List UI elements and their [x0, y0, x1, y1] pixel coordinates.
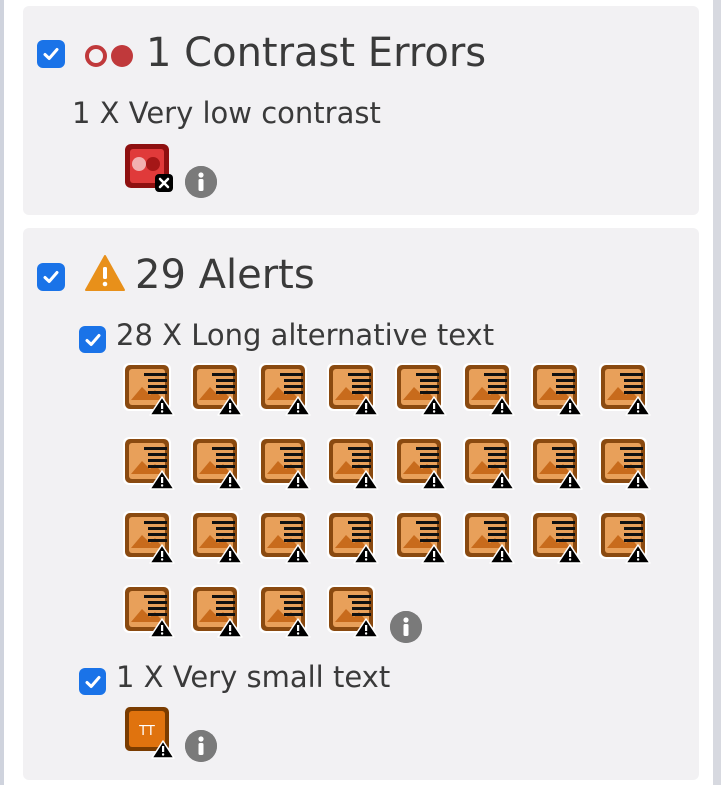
check-icon: [43, 271, 59, 283]
long-alt-text-icon[interactable]: [122, 362, 176, 416]
long-alt-text-icon[interactable]: [462, 510, 516, 564]
long-alt-text-icon[interactable]: [326, 362, 380, 416]
contrast-info-icon[interactable]: [185, 166, 217, 198]
contrast-error-icon: [85, 45, 133, 67]
very-small-text-checkbox[interactable]: [79, 668, 106, 695]
check-icon: [43, 48, 59, 60]
very-low-contrast-label: 1 X Very low contrast: [72, 96, 381, 130]
long-alt-text-icon[interactable]: [326, 510, 380, 564]
long-alt-text-info-icon[interactable]: [390, 611, 422, 643]
svg-text:TT: TT: [138, 724, 155, 739]
alerts-title: 29 Alerts: [135, 252, 315, 298]
long-alt-text-icon[interactable]: [326, 436, 380, 490]
long-alt-text-icon[interactable]: [530, 362, 584, 416]
long-alt-text-icon[interactable]: [122, 510, 176, 564]
long-alt-text-icon[interactable]: [394, 510, 448, 564]
very-low-contrast-icon[interactable]: [123, 142, 175, 194]
contrast-errors-checkbox[interactable]: [37, 40, 65, 68]
long-alt-text-icon[interactable]: [190, 510, 244, 564]
alerts-checkbox[interactable]: [37, 263, 65, 291]
long-alt-text-icon-grid: [122, 362, 662, 638]
long-alt-text-icon[interactable]: [530, 510, 584, 564]
panel-left-edge: [0, 0, 4, 785]
scrollbar-track[interactable]: [713, 0, 721, 785]
long-alt-text-icon[interactable]: [258, 362, 312, 416]
check-icon: [85, 333, 100, 346]
long-alt-text-icon[interactable]: [598, 436, 652, 490]
long-alt-text-icon[interactable]: [258, 436, 312, 490]
long-alt-text-icon[interactable]: [326, 584, 380, 638]
long-alt-text-icon[interactable]: [190, 362, 244, 416]
long-alt-text-icon[interactable]: [190, 436, 244, 490]
long-alt-text-checkbox[interactable]: [79, 326, 106, 353]
contrast-errors-title: 1 Contrast Errors: [146, 30, 487, 76]
very-small-text-info-icon[interactable]: [185, 730, 217, 762]
warning-triangle-icon: [85, 255, 125, 291]
check-icon: [85, 675, 100, 688]
long-alt-text-icon[interactable]: [258, 584, 312, 638]
long-alt-text-icon[interactable]: [190, 584, 244, 638]
very-small-text-label: 1 X Very small text: [116, 660, 391, 694]
long-alt-text-icon[interactable]: [530, 436, 584, 490]
long-alt-text-icon[interactable]: [258, 510, 312, 564]
long-alt-text-label: 28 X Long alternative text: [116, 318, 495, 352]
long-alt-text-icon[interactable]: [122, 584, 176, 638]
long-alt-text-icon[interactable]: [598, 362, 652, 416]
long-alt-text-icon[interactable]: [462, 436, 516, 490]
long-alt-text-icon[interactable]: [598, 510, 652, 564]
long-alt-text-icon[interactable]: [394, 362, 448, 416]
long-alt-text-icon[interactable]: [394, 436, 448, 490]
long-alt-text-icon[interactable]: [462, 362, 516, 416]
very-small-text-icon[interactable]: TT: [123, 705, 175, 759]
long-alt-text-icon[interactable]: [122, 436, 176, 490]
